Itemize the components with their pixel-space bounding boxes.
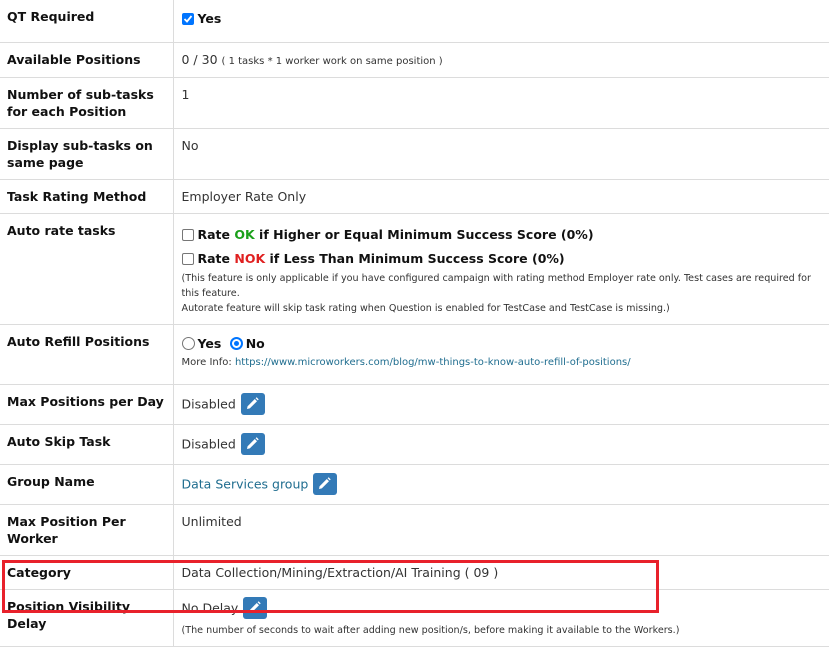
available-positions-value: 0 / 30 <box>181 51 218 67</box>
visibility-delay-note: (The number of seconds to wait after add… <box>181 624 680 636</box>
row-label: Auto Skip Task <box>0 424 174 465</box>
row-label: Auto rate tasks <box>0 213 174 325</box>
auto-skip-value: Disabled <box>181 436 236 451</box>
row-label: Max Positions per Day <box>0 384 174 425</box>
qt-required-value: Yes <box>197 11 222 26</box>
available-positions-note: ( 1 tasks * 1 worker work on same positi… <box>221 55 443 67</box>
pencil-icon <box>246 436 259 449</box>
max-per-day-value: Disabled <box>181 396 236 411</box>
auto-rate-ok-checkbox[interactable] <box>181 228 194 241</box>
max-per-worker-value: Unlimited <box>173 504 829 556</box>
edit-group-name-button[interactable] <box>313 472 338 495</box>
row-display-subtasks: Display sub-tasks on same page No <box>0 128 829 180</box>
row-label: Available Positions <box>0 42 174 78</box>
group-name-link[interactable]: Data Services group <box>182 476 309 491</box>
row-max-per-worker: Max Position Per Worker Unlimited <box>0 504 829 556</box>
row-group-name: Group Name Data Services group <box>0 464 829 505</box>
subtasks-value: 1 <box>173 77 829 129</box>
row-qt-required: QT Required Yes <box>0 0 829 43</box>
row-auto-refill: Auto Refill Positions Yes No More Info: … <box>0 324 829 385</box>
pencil-icon <box>246 396 259 409</box>
pencil-icon <box>319 476 332 489</box>
edit-max-per-day-button[interactable] <box>240 392 265 415</box>
row-label: Display sub-tasks on same page <box>0 128 174 180</box>
pencil-icon <box>249 600 262 613</box>
category-value: Data Collection/Mining/Extraction/AI Tra… <box>173 555 829 590</box>
row-label: Auto Refill Positions <box>0 324 174 385</box>
row-visibility-delay: Position Visibility Delay No Delay (The … <box>0 589 829 647</box>
row-label: Number of sub-tasks for each Position <box>0 77 174 129</box>
ok-label: OK <box>234 226 255 242</box>
auto-refill-no-radio[interactable] <box>229 336 243 350</box>
auto-rate-note-2: Autorate feature will skip task rating w… <box>181 302 670 314</box>
row-category: Category Data Collection/Mining/Extracti… <box>0 555 829 590</box>
row-rating-method: Task Rating Method Employer Rate Only <box>0 179 829 214</box>
row-label: Category <box>0 555 174 590</box>
auto-rate-nok-checkbox[interactable] <box>181 252 194 265</box>
display-subtasks-value: No <box>173 128 829 180</box>
rating-method-value: Employer Rate Only <box>173 179 829 214</box>
auto-refill-yes-radio[interactable] <box>181 336 195 350</box>
row-available-positions: Available Positions 0 / 30 ( 1 tasks * 1… <box>0 42 829 78</box>
row-auto-skip: Auto Skip Task Disabled <box>0 424 829 465</box>
visibility-delay-value: No Delay <box>181 600 239 615</box>
nok-label: NOK <box>234 250 266 266</box>
row-max-per-day: Max Positions per Day Disabled <box>0 384 829 425</box>
row-label: Max Position Per Worker <box>0 504 174 556</box>
edit-visibility-delay-button[interactable] <box>243 596 268 619</box>
row-label: Group Name <box>0 464 174 505</box>
row-subtasks: Number of sub-tasks for each Position 1 <box>0 77 829 129</box>
row-label: QT Required <box>0 0 174 43</box>
more-info-label: More Info: <box>181 356 232 368</box>
row-label: Position Visibility Delay <box>0 589 174 647</box>
auto-rate-note-1: (This feature is only applicable if you … <box>181 272 812 299</box>
qt-required-checkbox[interactable] <box>181 13 194 25</box>
row-auto-rate: Auto rate tasks Rate OK if Higher or Equ… <box>0 213 829 325</box>
edit-auto-skip-button[interactable] <box>240 432 265 455</box>
campaign-settings-table: QT Required Yes Available Positions 0 / … <box>0 0 829 647</box>
auto-refill-info-link[interactable]: https://www.microworkers.com/blog/mw-thi… <box>235 357 631 368</box>
row-label: Task Rating Method <box>0 179 174 214</box>
